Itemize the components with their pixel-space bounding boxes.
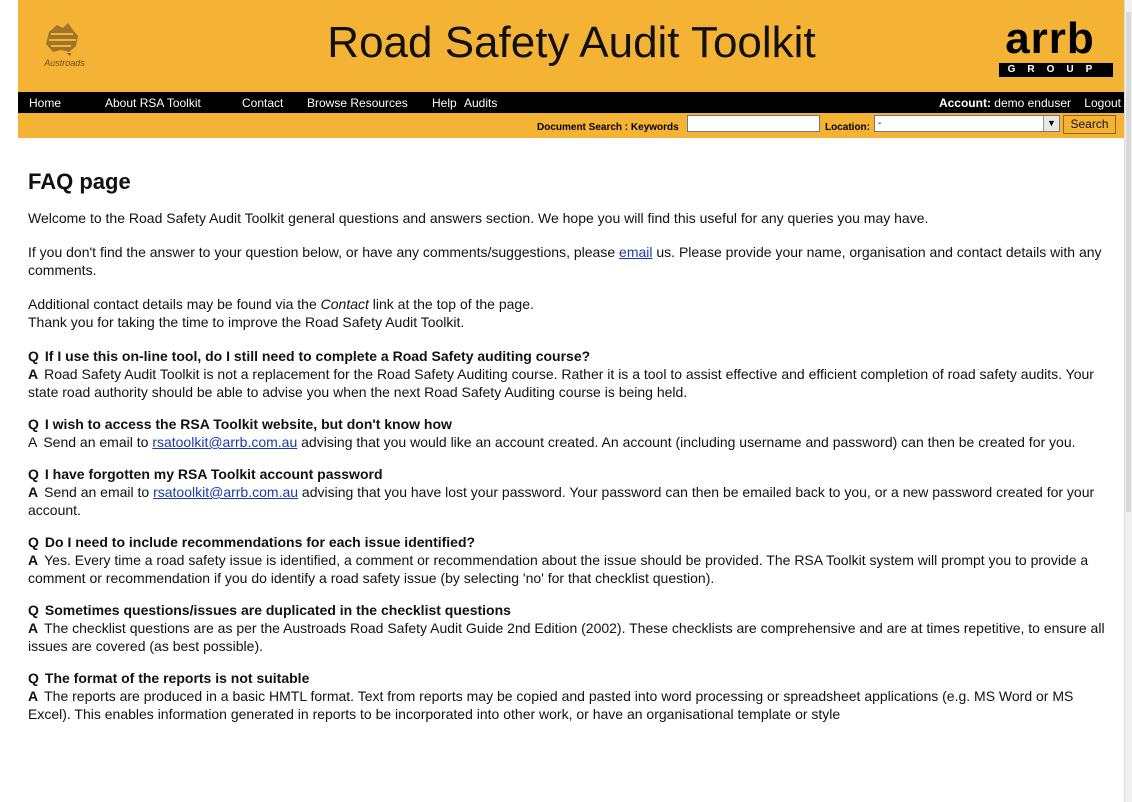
question-marker: Q xyxy=(28,416,39,432)
faq-question: Q The format of the reports is not suitab… xyxy=(28,669,1118,687)
question-text: The format of the reports is not suitabl… xyxy=(44,670,310,686)
faq-content: FAQ page Welcome to the Road Safety Audi… xyxy=(28,157,1118,737)
faq-answer: A The checklist questions are as per the … xyxy=(28,619,1118,655)
faq-question: Q Sometimes questions/issues are duplicat… xyxy=(28,601,1118,619)
answer-marker: A xyxy=(28,434,38,450)
email-link[interactable]: email xyxy=(619,244,652,260)
faq-item: Q I have forgotten my RSA Toolkit account… xyxy=(28,465,1118,519)
faq-question: Q I wish to access the RSA Toolkit websit… xyxy=(28,415,1118,433)
contact-text-start: Additional contact details may be found … xyxy=(28,296,321,312)
keywords-label: Document Search : Keywords xyxy=(537,122,679,133)
site-title: Road Safety Audit Toolkit xyxy=(327,18,816,67)
nav-help[interactable]: Help xyxy=(432,96,457,110)
contact-text-end: link at the top of the page. xyxy=(368,296,534,312)
question-marker: Q xyxy=(28,466,39,482)
document-search-bar: Document Search : Keywords Location: - ▼… xyxy=(18,113,1125,138)
answer-text: Yes. Every time a road safety issue is i… xyxy=(28,552,1089,586)
faq-answer: A Send an email to rsatoolkit@arrb.com.au… xyxy=(28,483,1118,519)
answer-text: Send an email to xyxy=(44,484,154,500)
chevron-down-icon[interactable]: ▼ xyxy=(1043,116,1059,131)
answer-marker: A xyxy=(28,688,39,704)
faq-question: Q Do I need to include recommendations fo… xyxy=(28,533,1118,551)
feedback-paragraph: If you don't find the answer to your que… xyxy=(28,243,1118,279)
question-text: Do I need to include recommendations for… xyxy=(44,534,476,550)
site-header: Austroads Road Safety Audit Toolkit arrb… xyxy=(18,0,1125,92)
faq-item: Q If I use this on-line tool, do I still … xyxy=(28,347,1118,401)
arrb-logo-brand: arrb xyxy=(1005,14,1095,63)
contact-emphasis: Contact xyxy=(320,296,369,312)
faq-answer: A The reports are produced in a basic HMT… xyxy=(28,687,1118,723)
thanks-text: Thank you for taking the time to improve… xyxy=(28,314,465,330)
answer-marker: A xyxy=(28,484,39,500)
answer-marker: A xyxy=(28,620,39,636)
feedback-text-start: If you don't find the answer to your que… xyxy=(28,244,620,260)
answer-marker: A xyxy=(28,366,39,382)
answer-text: Road Safety Audit Toolkit is not a repla… xyxy=(28,366,1094,400)
search-button[interactable]: Search xyxy=(1063,115,1116,134)
question-marker: Q xyxy=(28,534,39,550)
arrb-group-logo[interactable]: arrb GROUP xyxy=(987,14,1113,77)
faq-answer: A Send an email to rsatoolkit@arrb.com.au… xyxy=(28,433,1118,451)
question-text: I wish to access the RSA Toolkit website… xyxy=(44,416,452,432)
question-marker: Q xyxy=(28,670,39,686)
faq-item: Q Sometimes questions/issues are duplicat… xyxy=(28,601,1118,655)
question-text: I have forgotten my RSA Toolkit account … xyxy=(44,466,383,482)
answer-text: The checklist questions are as per the A… xyxy=(28,620,1105,654)
account-label: Account: xyxy=(938,96,991,110)
faq-item: Q The format of the reports is not suitab… xyxy=(28,669,1118,723)
page: Austroads Road Safety Audit Toolkit arrb… xyxy=(18,0,1125,802)
faq-answer: A Yes. Every time a road safety issue is … xyxy=(28,551,1118,587)
nav-audits[interactable]: Audits xyxy=(464,96,497,110)
nav-contact[interactable]: Contact xyxy=(242,96,283,110)
keywords-input[interactable] xyxy=(687,115,820,132)
question-marker: Q xyxy=(28,602,39,618)
page-title: FAQ page xyxy=(28,169,131,194)
location-label: Location: xyxy=(825,122,870,133)
arrb-logo-group: GROUP xyxy=(999,63,1113,77)
main-nav: Home About RSA Toolkit Contact Browse Re… xyxy=(18,92,1125,113)
answer-text: The reports are produced in a basic HMTL… xyxy=(28,688,1074,722)
location-select[interactable]: - ▼ xyxy=(874,115,1060,132)
faq-question: Q If I use this on-line tool, do I still … xyxy=(28,347,1118,365)
faq-item: Q Do I need to include recommendations fo… xyxy=(28,533,1118,587)
account-user: demo enduser xyxy=(994,96,1071,110)
contact-paragraph: Additional contact details may be found … xyxy=(28,295,1118,331)
faq-answer: A Road Safety Audit Toolkit is not a repl… xyxy=(28,365,1118,401)
location-selected-value: - xyxy=(878,118,882,129)
vertical-scrollbar[interactable] xyxy=(1124,0,1132,802)
answer-marker: A xyxy=(28,552,39,568)
nav-about[interactable]: About RSA Toolkit xyxy=(105,96,201,110)
answer-text-end: advising that you would like an account … xyxy=(297,434,1076,450)
nav-home[interactable]: Home xyxy=(29,96,61,110)
logout-link[interactable]: Logout xyxy=(1084,96,1121,110)
faq-item: Q I wish to access the RSA Toolkit websit… xyxy=(28,415,1118,451)
support-email-link[interactable]: rsatoolkit@arrb.com.au xyxy=(152,434,297,450)
intro-paragraph: Welcome to the Road Safety Audit Toolkit… xyxy=(28,210,929,226)
answer-text: Send an email to xyxy=(43,434,153,450)
support-email-link[interactable]: rsatoolkit@arrb.com.au xyxy=(153,484,298,500)
nav-browse-resources[interactable]: Browse Resources xyxy=(307,96,408,110)
account-info: Account: demo enduser xyxy=(939,96,1071,110)
question-text: If I use this on-line tool, do I still n… xyxy=(44,348,591,364)
scrollbar-thumb[interactable] xyxy=(1126,12,1131,512)
question-marker: Q xyxy=(28,348,39,364)
faq-question: Q I have forgotten my RSA Toolkit account… xyxy=(28,465,1118,483)
question-text: Sometimes questions/issues are duplicate… xyxy=(44,602,511,618)
